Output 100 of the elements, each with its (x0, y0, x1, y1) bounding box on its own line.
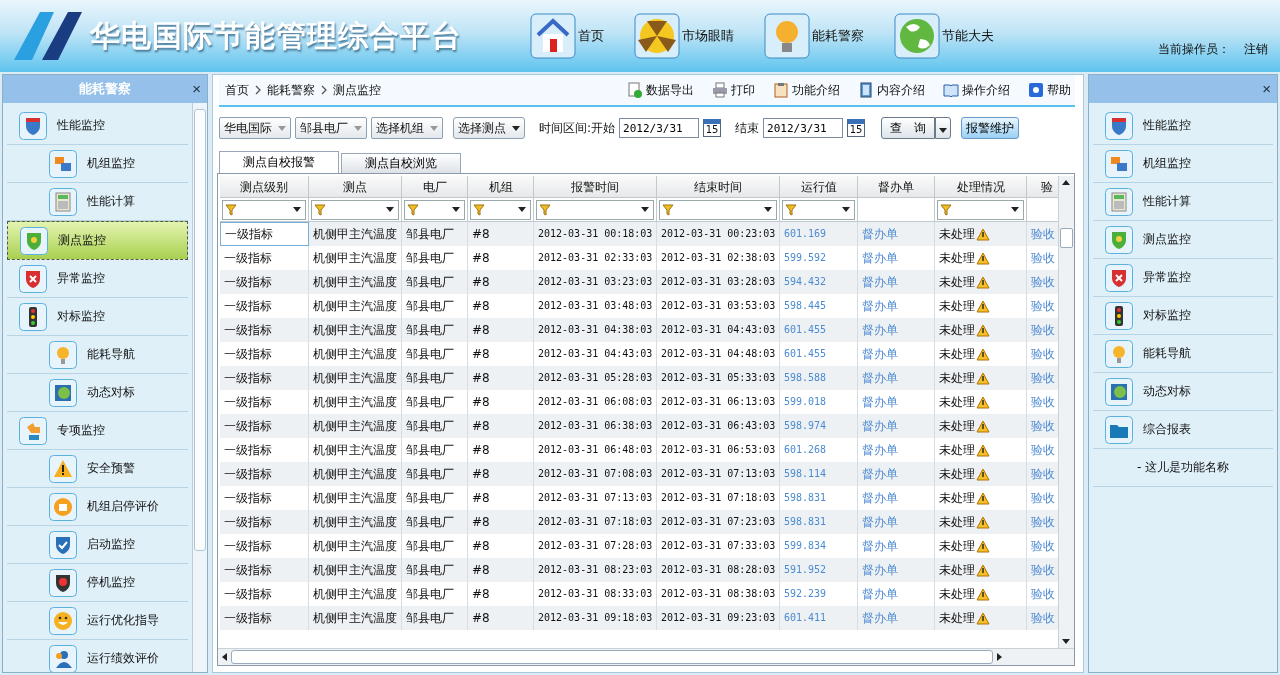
menu-item[interactable]: 运行优化指导 (7, 602, 188, 640)
menu-item[interactable]: 运行绩效评价 (7, 640, 188, 672)
scrollbar[interactable] (218, 648, 1074, 665)
table-cell: 机侧甲主汽温度 (309, 510, 402, 534)
menu-item[interactable]: 性能监控 (1093, 107, 1273, 145)
filter-dropdown[interactable] (311, 199, 399, 220)
filter-dropdown[interactable] (404, 199, 465, 220)
printer-icon (712, 82, 728, 98)
column-header[interactable]: 测点级别 (220, 176, 309, 198)
filter-dropdown[interactable] (782, 199, 855, 220)
column-header[interactable]: 机组 (468, 176, 534, 198)
clipboard-icon (773, 82, 789, 98)
table-cell: 邹县电厂 (402, 366, 468, 390)
column-header[interactable]: 报警时间 (534, 176, 657, 198)
table-cell: 2012-03-31 03:23:03 (534, 270, 657, 294)
column-header[interactable]: 督办单 (858, 176, 935, 198)
menu-item[interactable]: 异常监控 (1093, 259, 1273, 297)
column-header[interactable]: 运行值 (780, 176, 858, 198)
map-icon (1105, 377, 1133, 406)
menu-item[interactable]: 停机监控 (7, 564, 188, 602)
menu-item[interactable]: 测点监控 (7, 221, 188, 260)
breadcrumb-link[interactable]: 首页 (225, 81, 249, 99)
column-header[interactable]: 电厂 (402, 176, 468, 198)
toolbar-button[interactable]: 打印 (712, 81, 755, 99)
menu-item[interactable]: 性能监控 (7, 107, 188, 145)
filter-dropdown[interactable] (470, 199, 531, 220)
toolbar-button[interactable]: 内容介绍 (858, 81, 925, 99)
menu-item[interactable]: 能耗导航 (1093, 335, 1273, 373)
menu-item[interactable]: 机组启停评价 (7, 488, 188, 526)
traffic-light-icon (19, 302, 47, 331)
end-date-field[interactable]: 2012/3/31 (763, 118, 844, 138)
house-icon (530, 13, 576, 59)
nav-link[interactable]: 市场眼睛 (634, 13, 734, 59)
menu-item[interactable]: 机组监控 (1093, 145, 1273, 183)
help-icon (1028, 82, 1044, 98)
menu-item[interactable]: 性能计算 (1093, 183, 1273, 221)
table-cell: #8 (468, 558, 534, 582)
company-select[interactable]: 华电国际 (219, 117, 291, 139)
tab[interactable]: 测点自校浏览 (341, 153, 461, 173)
table-cell: #8 (468, 222, 534, 246)
menu-item[interactable]: 能耗导航 (7, 336, 188, 374)
table-cell: 机侧甲主汽温度 (309, 366, 402, 390)
breadcrumb-link[interactable]: 测点监控 (333, 81, 381, 99)
menu-item[interactable]: 安全预警 (7, 450, 188, 488)
close-button[interactable]: × (1262, 80, 1271, 97)
nav-link[interactable]: 首页 (530, 13, 604, 59)
toolbar-button[interactable]: 帮助 (1028, 81, 1071, 99)
start-date-field[interactable]: 2012/3/31 (619, 118, 700, 138)
alarm-maintenance-button[interactable]: 报警维护 (961, 117, 1020, 139)
filter-dropdown[interactable] (937, 199, 1024, 220)
toolbar-button[interactable]: 数据导出 (627, 81, 694, 99)
column-header[interactable]: 结束时间 (657, 176, 780, 198)
filter-icon (539, 203, 551, 216)
warning-icon (976, 227, 990, 241)
table-cell: 一级指标 (220, 318, 309, 342)
nav-link[interactable]: 节能大夫 (894, 13, 994, 59)
table-cell: 598.974 (780, 414, 858, 438)
table-cell: 未处理 (935, 510, 1027, 534)
plant-select[interactable]: 邹县电厂 (295, 117, 367, 139)
query-button[interactable]: 查 询 (881, 117, 936, 139)
breadcrumb-link[interactable]: 能耗警察 (267, 81, 315, 99)
calendar-icon[interactable]: 15 (847, 119, 866, 137)
operator-label: 当前操作员： (1158, 40, 1230, 58)
menu-item[interactable]: 动态对标 (7, 374, 188, 412)
filter-dropdown[interactable] (659, 199, 777, 220)
menu-item[interactable]: 综合报表 (1093, 411, 1273, 449)
tab[interactable]: 测点自校报警 (219, 151, 339, 173)
toolbar-button[interactable]: 功能介绍 (773, 81, 840, 99)
table-cell: 邹县电厂 (402, 270, 468, 294)
badge-icon (49, 492, 77, 521)
menu-item[interactable]: 机组监控 (7, 145, 188, 183)
close-button[interactable]: × (192, 80, 201, 97)
menu-item[interactable]: 动态对标 (1093, 373, 1273, 411)
alert-icon (1105, 263, 1133, 292)
column-header[interactable]: 验 (1027, 176, 1058, 198)
menu-item[interactable]: 专项监控 (7, 412, 188, 450)
filter-dropdown[interactable] (222, 199, 306, 220)
table-cell: 2012-03-31 07:18:03 (534, 510, 657, 534)
nav-link[interactable]: 能耗警察 (764, 13, 864, 59)
menu-item[interactable]: 启动监控 (7, 526, 188, 564)
column-header[interactable]: 测点 (309, 176, 402, 198)
menu-item[interactable]: 异常监控 (7, 260, 188, 298)
column-header[interactable]: 处理情况 (935, 176, 1027, 198)
filter-dropdown[interactable] (536, 199, 654, 220)
menu-item[interactable]: 测点监控 (1093, 221, 1273, 259)
scrollbar[interactable] (192, 103, 207, 672)
logout-link[interactable]: 注销 (1244, 40, 1268, 58)
menu-item[interactable]: 对标监控 (7, 298, 188, 336)
scrollbar[interactable] (1058, 176, 1074, 648)
query-menu-button[interactable] (935, 117, 952, 139)
warning-icon (976, 563, 990, 577)
calendar-icon[interactable]: 15 (703, 119, 722, 137)
table-cell: 未处理 (935, 270, 1027, 294)
toolbar-button[interactable]: 操作介绍 (943, 81, 1010, 99)
unit-select[interactable]: 选择机组 (371, 117, 443, 139)
point-select[interactable]: 选择测点 (453, 117, 525, 139)
table-cell: 2012-03-31 07:23:03 (657, 510, 780, 534)
menu-item[interactable]: 对标监控 (1093, 297, 1273, 335)
table-cell: 未处理 (935, 606, 1027, 630)
warning-icon (976, 443, 990, 457)
